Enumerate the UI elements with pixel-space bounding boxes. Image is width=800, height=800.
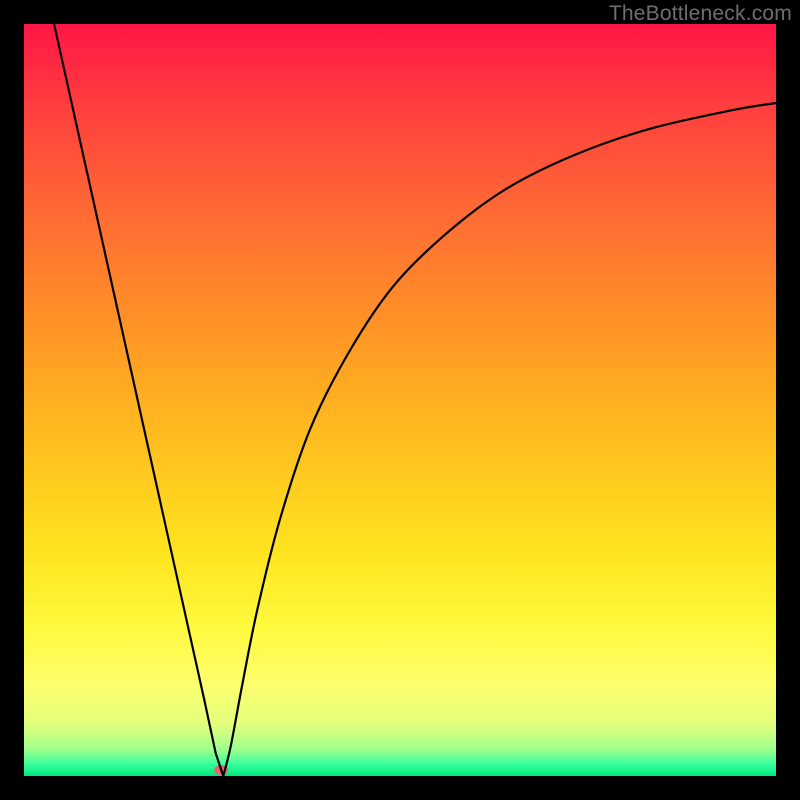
chart-frame — [24, 24, 776, 776]
watermark-text: TheBottleneck.com — [609, 2, 792, 26]
bottleneck-chart — [24, 24, 776, 776]
